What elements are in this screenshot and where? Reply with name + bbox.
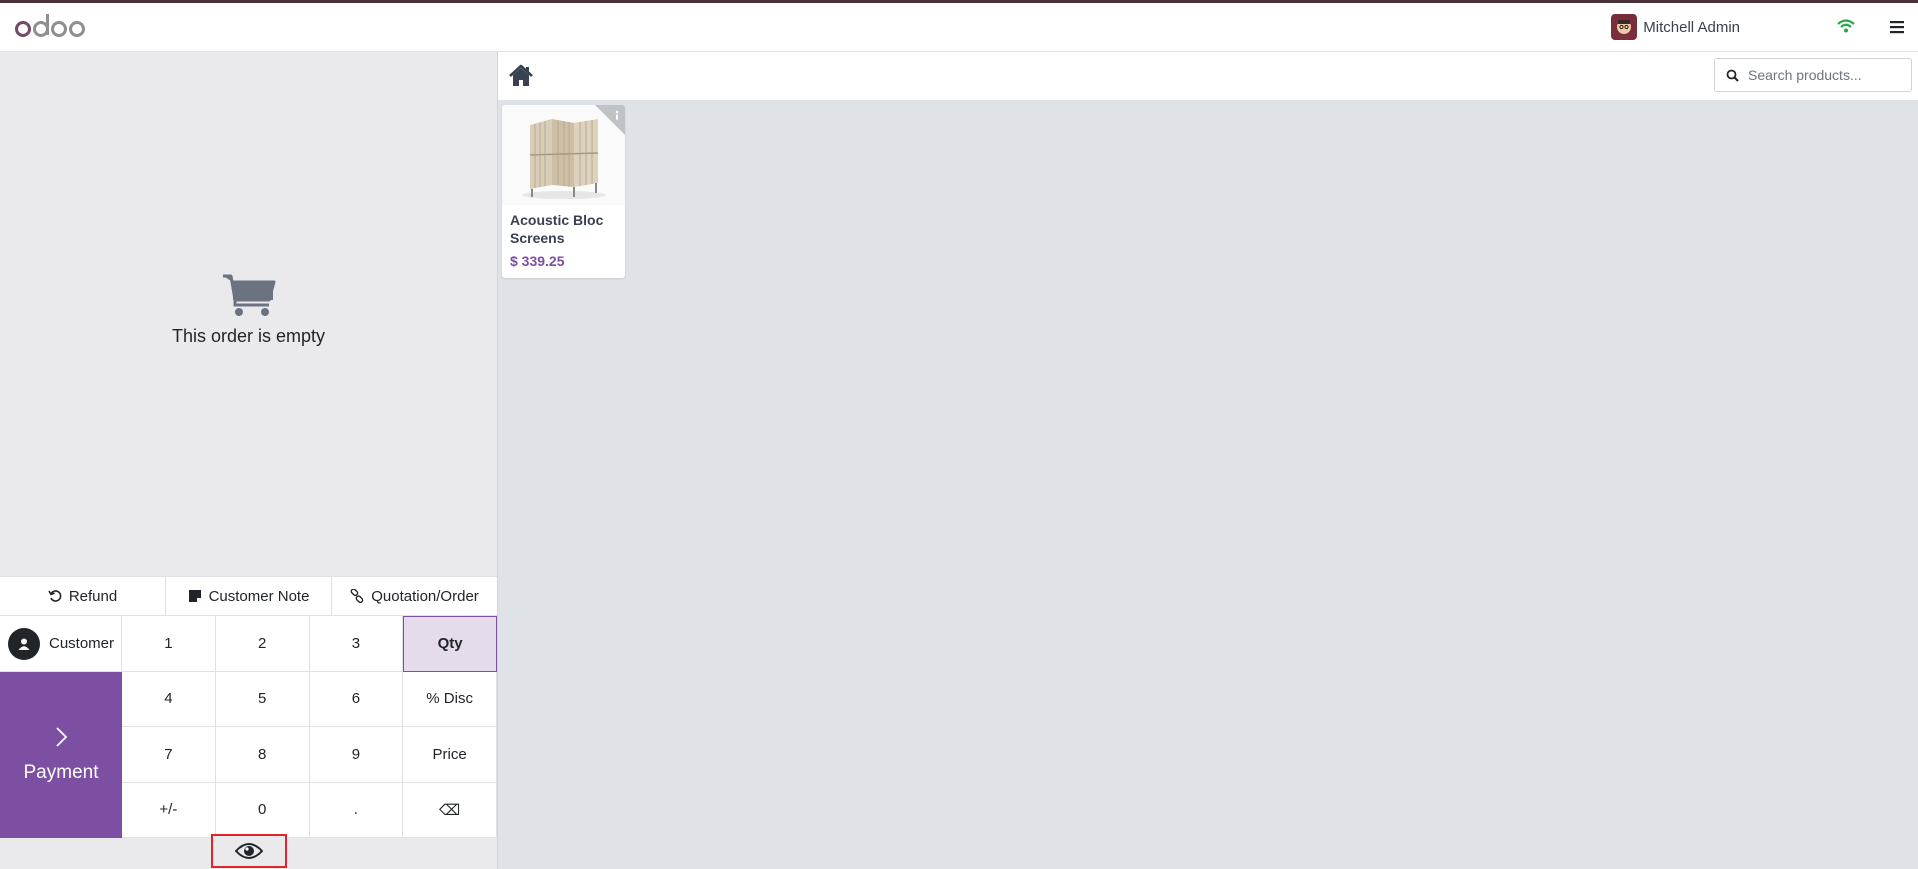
user-icon [18,638,30,650]
key-6[interactable]: 6 [309,671,404,727]
navbar: Mitchell Admin [0,3,1918,52]
product-name: Acoustic Bloc Screens [510,212,604,246]
customer-avatar [8,627,40,660]
key-4[interactable]: 4 [122,671,216,727]
empty-order: This order is empty [0,272,497,347]
numpad-area: Customer Payment 1 2 3 Qty 4 5 6 % Disc … [0,616,497,838]
key-3[interactable]: 3 [309,616,404,672]
key-5[interactable]: 5 [215,671,310,727]
product-card[interactable]: Acoustic Bloc Screens $ 339.25 [502,105,625,278]
search-input[interactable] [1748,67,1898,83]
sticky-note-icon [188,590,201,602]
key-8[interactable]: 8 [215,727,310,783]
product-image [502,105,625,205]
products-pane: Acoustic Bloc Screens $ 339.25 [497,52,1918,869]
key-0[interactable]: 0 [215,782,310,838]
key-plus-minus[interactable]: +/- [122,782,216,838]
user-avatar [1611,14,1638,40]
order-actions: Refund Customer Note Quotation/Order [0,576,497,616]
key-1[interactable]: 1 [122,616,216,672]
quotation-order-button[interactable]: Quotation/Order [332,577,497,615]
user-name: Mitchell Admin [1643,18,1740,36]
chevron-right-icon [56,727,68,747]
eye-icon [235,843,263,859]
key-backspace[interactable]: ⌫ [403,782,497,838]
key-decimal[interactable]: . [309,782,404,838]
empty-order-text: This order is empty [171,326,326,346]
quotation-order-label: Quotation/Order [371,587,479,605]
customer-button[interactable]: Customer [0,616,122,672]
user-face-icon [1617,20,1632,34]
key-discount[interactable]: % Disc [403,671,497,727]
undo-icon [48,590,62,602]
shopping-cart-icon [222,274,275,316]
key-price[interactable]: Price [403,727,497,783]
customer-note-button[interactable]: Customer Note [166,577,332,615]
user-menu[interactable]: Mitchell Admin [1611,14,1740,40]
refund-label: Refund [68,587,118,605]
numpad-keys: 1 2 3 Qty 4 5 6 % Disc 7 8 9 Price +/- 0… [122,616,497,838]
customer-label: Customer [49,635,115,652]
refund-button[interactable]: Refund [0,577,166,615]
key-qty[interactable]: Qty [403,616,497,672]
payment-button[interactable]: Payment [0,672,122,838]
home-icon[interactable] [508,64,534,88]
product-search[interactable] [1714,58,1912,92]
key-9[interactable]: 9 [309,727,404,783]
odoo-logo[interactable] [15,12,95,42]
toggle-view-button[interactable] [211,834,287,868]
product-info-icon[interactable] [595,105,625,135]
product-price: $ 339.25 [510,253,565,269]
key-2[interactable]: 2 [215,616,310,672]
products-header [498,52,1918,101]
key-7[interactable]: 7 [122,727,216,783]
payment-label: Payment [23,762,99,783]
hamburger-menu-icon[interactable] [1888,18,1906,36]
link-icon [350,589,364,603]
wifi-icon [1837,19,1855,33]
customer-note-label: Customer Note [208,587,310,605]
search-icon [1726,69,1739,82]
order-pane: This order is empty Refund Customer Note… [0,52,497,869]
